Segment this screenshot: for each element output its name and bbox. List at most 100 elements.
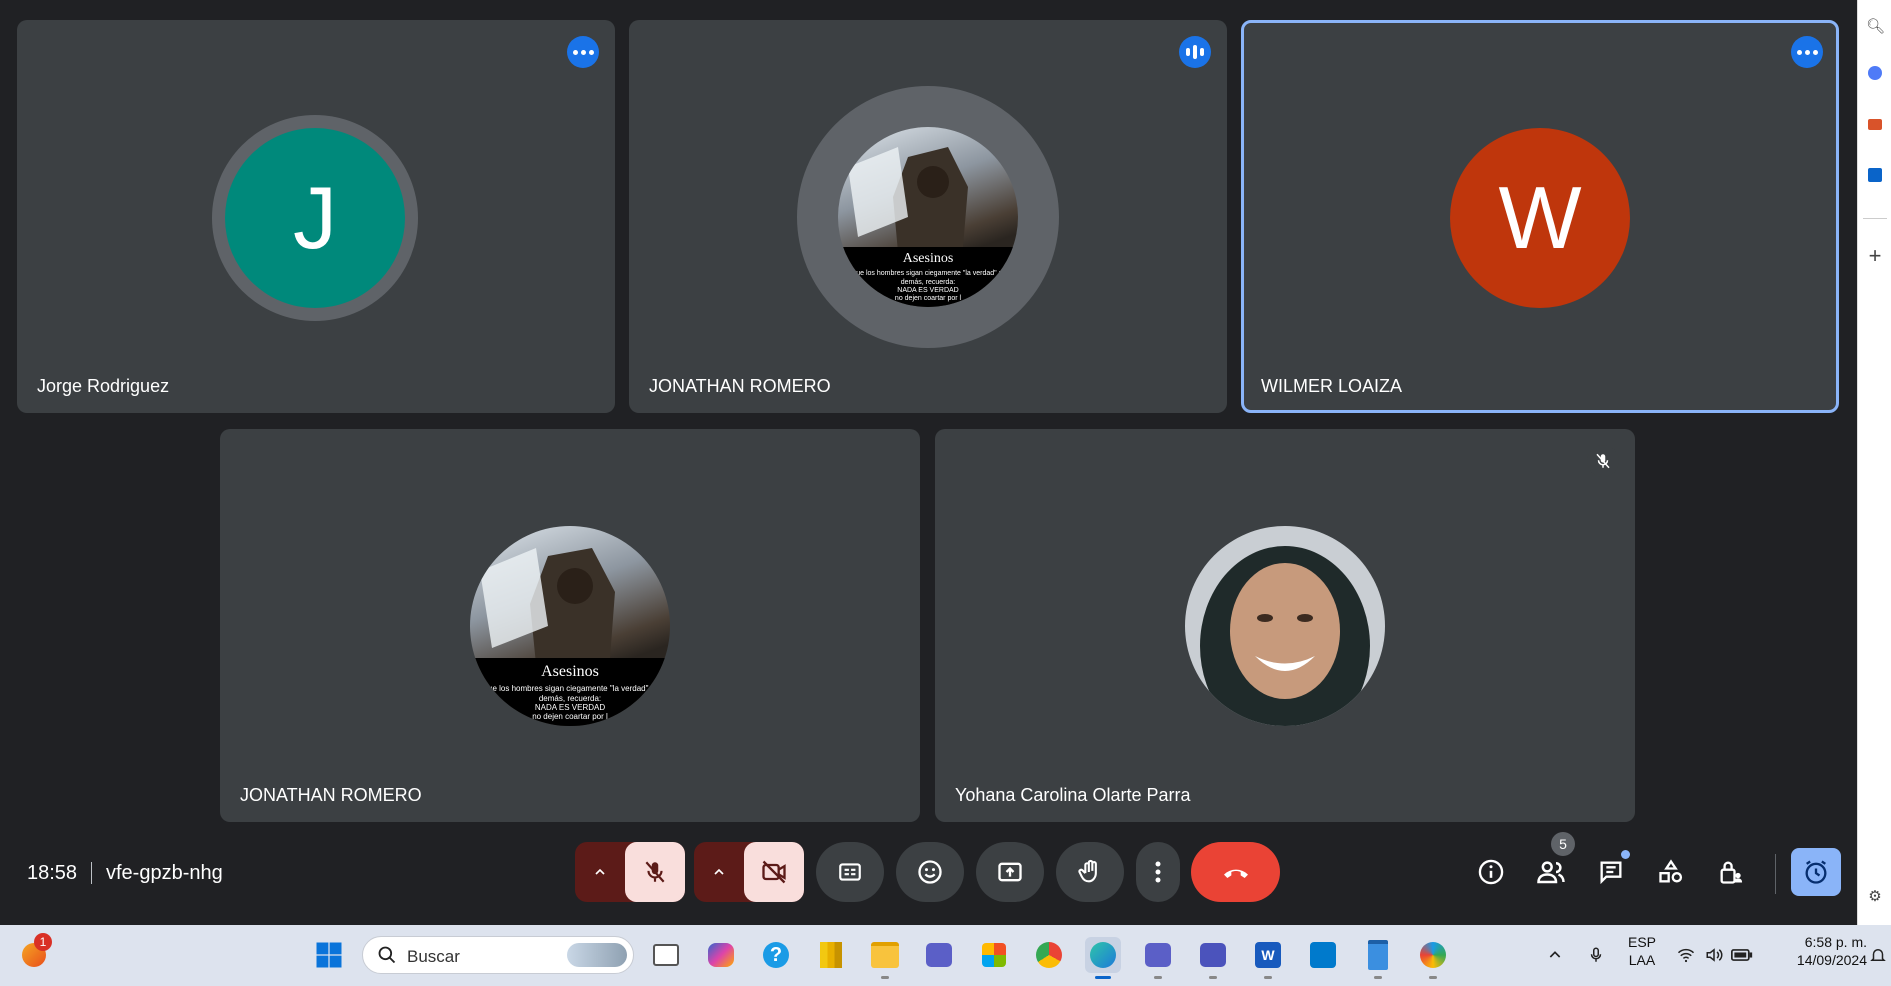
mic-off-icon — [645, 861, 665, 883]
camera-toggle-button[interactable] — [744, 842, 804, 902]
hand-icon — [1078, 859, 1097, 883]
teams-work-icon[interactable] — [1195, 937, 1231, 979]
image-caption-title: Asesinos — [541, 663, 599, 680]
taskbar-search[interactable]: Buscar — [362, 936, 634, 974]
meet-window: J Jorge Rodriguez Asesinos que los hombr… — [0, 0, 1857, 925]
search-placeholder: Buscar — [407, 947, 460, 966]
image-caption-line: NADA ES VERDAD — [534, 703, 606, 712]
captions-button[interactable] — [816, 842, 884, 902]
info-icon — [1478, 859, 1504, 885]
weather-widget-icon[interactable]: 1 — [16, 933, 52, 973]
outlook-icon[interactable] — [1866, 168, 1884, 186]
task-view-icon[interactable] — [648, 937, 684, 973]
video-options-button[interactable] — [694, 842, 744, 902]
meeting-details-button[interactable] — [1471, 852, 1511, 892]
start-button[interactable] — [311, 937, 347, 973]
participant-tile[interactable]: Yohana Carolina Olarte Parra — [935, 429, 1635, 822]
word-icon[interactable]: W — [1250, 937, 1286, 979]
timer-button[interactable] — [1791, 848, 1841, 896]
windows-icon — [316, 942, 342, 968]
present-screen-button[interactable] — [976, 842, 1044, 902]
emoji-icon — [918, 860, 942, 884]
copilot-icon[interactable] — [1866, 66, 1884, 84]
running-indicator — [1154, 976, 1162, 979]
teams-icon[interactable] — [921, 937, 957, 973]
mic-off-icon — [1596, 453, 1610, 469]
vscode-icon[interactable] — [1305, 937, 1341, 973]
host-controls-button[interactable] — [1711, 852, 1751, 892]
mic-toggle-button[interactable] — [625, 842, 685, 902]
muted-indicator — [1587, 445, 1619, 477]
people-button[interactable]: 5 — [1531, 832, 1575, 892]
battery-icon[interactable] — [1728, 937, 1756, 973]
search-icon[interactable]: 🔍︎ — [1866, 18, 1885, 36]
add-icon[interactable]: + — [1866, 245, 1884, 267]
paint-icon[interactable] — [1415, 937, 1451, 979]
language-label: ESP — [1627, 934, 1656, 950]
search-icon — [378, 946, 396, 964]
people-icon — [1537, 861, 1565, 884]
chevron-up-icon — [714, 868, 724, 875]
raise-hand-button[interactable] — [1056, 842, 1124, 902]
control-bar: 18:58 vfe-gpzb-nhg 5 — [0, 830, 1857, 915]
divider — [1863, 218, 1887, 219]
tools-icon[interactable] — [1866, 117, 1884, 135]
chat-icon — [1600, 861, 1622, 885]
network-icon[interactable] — [1672, 937, 1700, 973]
avatar: W — [1450, 128, 1630, 308]
image-caption-line: demás, recuerda: — [538, 694, 602, 703]
settings-icon[interactable]: ⚙ — [1866, 888, 1884, 906]
teams-icon[interactable] — [1140, 937, 1176, 979]
notepad-icon[interactable] — [1360, 937, 1396, 979]
notifications-icon[interactable] — [1865, 937, 1891, 973]
participant-tile[interactable]: J Jorge Rodriguez — [17, 20, 615, 413]
store-icon[interactable] — [976, 937, 1012, 973]
edge-icon[interactable] — [1085, 937, 1121, 979]
search-highlight-icon — [567, 943, 627, 967]
running-indicator — [1429, 976, 1437, 979]
show-hidden-icons-button[interactable] — [1537, 937, 1573, 973]
chevron-up-icon — [595, 868, 605, 875]
new-message-dot — [1621, 850, 1630, 859]
shapes-icon — [1659, 859, 1683, 883]
image-caption-line: no dejen coartar por l — [532, 712, 608, 721]
camera-off-icon — [762, 860, 786, 884]
divider — [1775, 854, 1776, 894]
end-call-button[interactable] — [1191, 842, 1280, 902]
chevron-up-icon — [1549, 951, 1561, 958]
more-vert-icon — [1155, 861, 1161, 883]
more-options-button[interactable] — [567, 36, 599, 68]
help-icon[interactable]: ? — [758, 937, 794, 973]
more-options-button[interactable] — [1136, 842, 1180, 902]
alarm-icon — [1805, 860, 1827, 884]
image-caption-line: demás, recuerda: — [900, 279, 956, 286]
volume-icon[interactable] — [1700, 937, 1728, 973]
participant-tile-active[interactable]: W WILMER LOAIZA — [1241, 20, 1839, 413]
microphone-tray-icon[interactable] — [1578, 937, 1614, 973]
running-indicator — [881, 976, 889, 979]
divider — [91, 862, 92, 884]
notification-badge: 1 — [34, 933, 52, 951]
participant-tile[interactable]: Asesinos que los hombres sigan ciegament… — [629, 20, 1227, 413]
taskbar: 1 Buscar ? W ESP LAA 6:58 p. m. 14/09/20… — [0, 925, 1891, 986]
participant-name: JONATHAN ROMERO — [649, 376, 831, 396]
clock[interactable]: 6:58 p. m. 14/09/2024 — [1771, 933, 1867, 969]
audio-options-button[interactable] — [575, 842, 625, 902]
keyboard-layout-label: LAA — [1628, 952, 1656, 968]
profile-picture: Asesinos que los hombres sigan ciegament… — [470, 526, 670, 726]
image-caption-line: que los hombres sigan ciegamente "la ver… — [483, 684, 657, 693]
more-options-button[interactable] — [1791, 36, 1823, 68]
participant-tile[interactable]: Asesinos que los hombres sigan ciegament… — [220, 429, 920, 822]
meeting-code: vfe-gpzb-nhg — [106, 862, 223, 884]
reactions-button[interactable] — [896, 842, 964, 902]
language-indicator[interactable]: ESP LAA — [1622, 933, 1662, 969]
camera-control — [694, 842, 804, 902]
chrome-icon[interactable] — [1031, 937, 1067, 973]
file-explorer-icon[interactable] — [867, 937, 903, 979]
battery-level-icon — [1731, 949, 1753, 961]
running-indicator — [1264, 976, 1272, 979]
chat-button[interactable] — [1591, 850, 1631, 892]
activities-button[interactable] — [1651, 852, 1691, 892]
copilot-icon[interactable] — [703, 937, 739, 973]
power-bi-icon[interactable] — [813, 937, 849, 973]
